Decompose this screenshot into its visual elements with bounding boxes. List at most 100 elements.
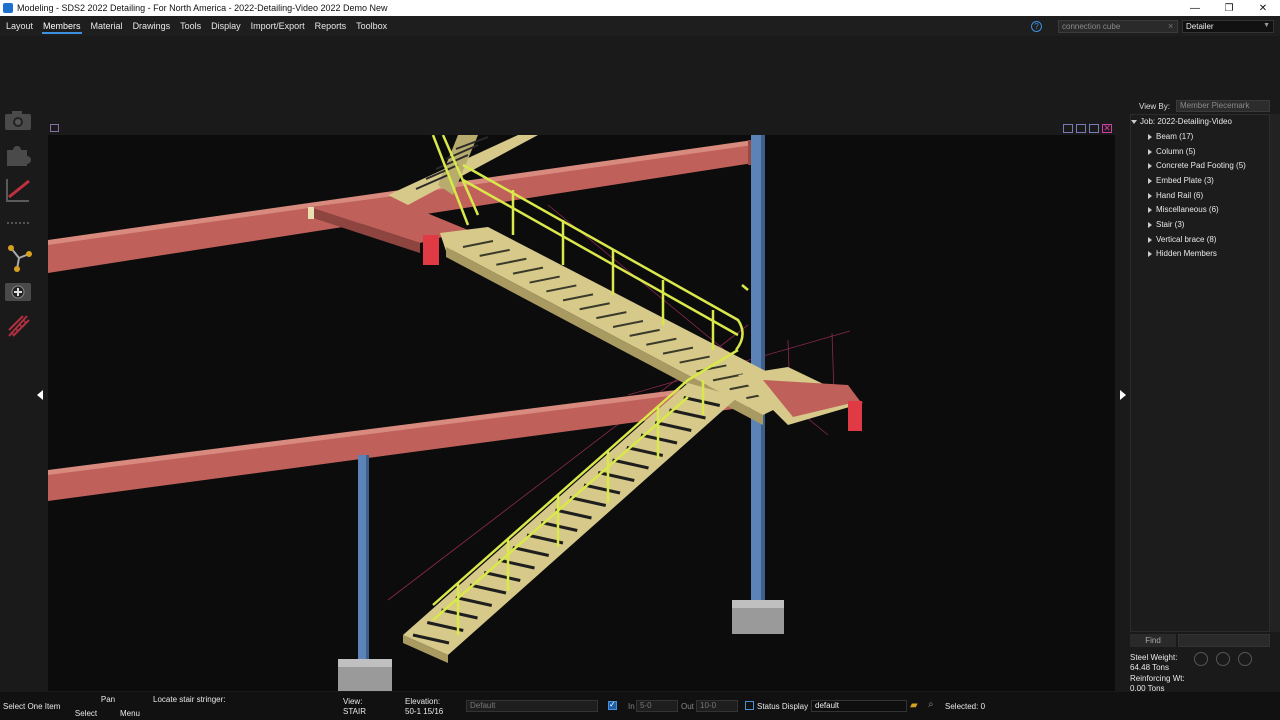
tree-item-label: Vertical brace (8) xyxy=(1156,235,1217,244)
expand-right-icon[interactable] xyxy=(1148,236,1152,243)
tree-item-label: Miscellaneous (6) xyxy=(1156,205,1219,214)
in-field[interactable]: 5-0 xyxy=(636,700,678,712)
tree-item-label: Concrete Pad Footing (5) xyxy=(1156,161,1246,170)
tree-item-embed-plate[interactable]: Embed Plate (3) xyxy=(1148,176,1214,185)
expand-down-icon[interactable] xyxy=(1131,119,1137,124)
tree-item-vertical-brace[interactable]: Vertical brace (8) xyxy=(1148,235,1216,244)
expand-right-icon[interactable] xyxy=(1148,192,1152,199)
menu-tools[interactable]: Tools xyxy=(176,16,205,36)
restore-button[interactable]: ❐ xyxy=(1212,0,1246,16)
viewport-frame-icon[interactable] xyxy=(50,124,59,132)
model-scene xyxy=(48,135,863,691)
add-camera-icon[interactable] xyxy=(0,274,36,308)
menu-display[interactable]: Display xyxy=(207,16,245,36)
dotted-line-icon[interactable] xyxy=(0,206,36,240)
tree-item-hidden-members[interactable]: Hidden Members xyxy=(1148,249,1217,258)
reinforcing-weight-label: Reinforcing Wt: xyxy=(1130,674,1185,683)
tree-item-column[interactable]: Column (5) xyxy=(1148,147,1196,156)
single-view-icon[interactable] xyxy=(1089,124,1099,133)
tree-item-beam[interactable]: Beam (17) xyxy=(1148,132,1193,141)
view-by-select[interactable]: Member Piecemark xyxy=(1176,100,1270,112)
weight-export-icon[interactable] xyxy=(1238,652,1252,666)
status-bar: Select One Item Pan Select Menu Locate s… xyxy=(0,692,1280,720)
weight-settings-icon[interactable] xyxy=(1216,652,1230,666)
tree-item-concrete-pad-footing[interactable]: Concrete Pad Footing (5) xyxy=(1148,161,1246,170)
tree-item-label: Stair (3) xyxy=(1156,220,1185,229)
steel-weight-value: 64.48 Tons xyxy=(1130,663,1169,672)
tree-item-stair[interactable]: Stair (3) xyxy=(1148,220,1184,229)
menu-import-export[interactable]: Import/Export xyxy=(247,16,309,36)
menu-drawings[interactable]: Drawings xyxy=(129,16,175,36)
clear-search-icon[interactable]: × xyxy=(1168,21,1173,31)
out-label: Out xyxy=(681,702,694,711)
out-field[interactable]: 10-0 xyxy=(696,700,738,712)
expand-right-icon[interactable] xyxy=(1148,206,1152,213)
expand-right-icon[interactable] xyxy=(1148,148,1152,155)
help-icon[interactable]: ? xyxy=(1031,21,1042,32)
tree-root-label: Job: 2022-Detailing-Video xyxy=(1140,117,1232,126)
menu-material[interactable]: Material xyxy=(87,16,127,36)
menu-toolbox[interactable]: Toolbox xyxy=(352,16,391,36)
tree-item-label: Hidden Members xyxy=(1156,249,1217,258)
prompt-text: Locate stair stringer: xyxy=(153,695,226,704)
minimize-button[interactable]: — xyxy=(1178,0,1212,16)
close-view-icon[interactable]: ✕ xyxy=(1102,124,1112,133)
search-icon[interactable]: ⌕ xyxy=(928,699,934,710)
collapse-left-arrow-icon[interactable] xyxy=(37,390,43,400)
mode-text: Select One Item xyxy=(3,702,61,711)
menu-reports[interactable]: Reports xyxy=(311,16,351,36)
weight-filter-icon[interactable] xyxy=(1194,652,1208,666)
view-by-label: View By: xyxy=(1139,102,1170,111)
tree-item-label: Column (5) xyxy=(1156,147,1196,156)
find-button[interactable]: Find xyxy=(1130,634,1176,647)
split-vertical-icon[interactable] xyxy=(1063,124,1073,133)
depth-checkbox[interactable] xyxy=(608,700,617,710)
tree-root-job[interactable]: Job: 2022-Detailing-Video xyxy=(1131,117,1232,126)
expand-right-icon[interactable] xyxy=(1148,250,1152,257)
menu-layout[interactable]: Layout xyxy=(2,16,37,36)
split-horizontal-icon[interactable] xyxy=(1076,124,1086,133)
tree-item-miscellaneous[interactable]: Miscellaneous (6) xyxy=(1148,205,1219,214)
status-display-label: Status Display xyxy=(757,702,809,711)
tree-item-label: Hand Rail (6) xyxy=(1156,191,1204,200)
role-select[interactable]: Detailer ▼ xyxy=(1182,20,1274,33)
model-viewport[interactable] xyxy=(48,135,1115,691)
folder-icon[interactable]: ▰ xyxy=(910,700,918,711)
close-button[interactable]: ✕ xyxy=(1246,0,1280,16)
viewport-controls: ✕ xyxy=(1063,124,1112,133)
menu-members[interactable]: Members xyxy=(39,16,85,36)
camera-icon[interactable] xyxy=(0,104,36,138)
default-select[interactable]: Default xyxy=(466,700,598,712)
left-toolbar xyxy=(0,104,36,342)
steel-weight-label: Steel Weight: xyxy=(1130,653,1178,662)
tree-item-label: Beam (17) xyxy=(1156,132,1194,141)
pencil-draw-icon[interactable] xyxy=(0,172,36,206)
footings xyxy=(338,600,784,691)
select-button[interactable]: Select xyxy=(68,709,104,718)
menu-button[interactable]: Menu xyxy=(112,709,148,718)
pan-button[interactable]: Pan xyxy=(95,695,121,704)
window-title: Modeling - SDS2 2022 Detailing - For Nor… xyxy=(17,3,388,13)
stair-rail-icon[interactable] xyxy=(0,308,36,342)
expand-right-icon[interactable] xyxy=(1148,133,1152,140)
expand-right-icon[interactable] xyxy=(1148,221,1152,228)
window-controls: — ❐ ✕ xyxy=(1178,0,1280,16)
search-input[interactable] xyxy=(1058,20,1178,33)
expand-right-icon[interactable] xyxy=(1148,177,1152,184)
puzzle-icon[interactable] xyxy=(0,138,36,172)
node-graph-icon[interactable] xyxy=(0,240,36,274)
expand-right-icon[interactable] xyxy=(1148,162,1152,169)
tree-scrollbar[interactable] xyxy=(1270,114,1280,632)
collapse-right-arrow-icon[interactable] xyxy=(1120,390,1126,400)
view-value: STAIR xyxy=(343,707,366,716)
tree-item-hand-rail[interactable]: Hand Rail (6) xyxy=(1148,191,1203,200)
app-icon xyxy=(3,3,13,13)
elevation-value: 50-1 15/16 xyxy=(405,707,444,716)
status-display-select[interactable]: default xyxy=(811,700,907,712)
chevron-down-icon: ▼ xyxy=(1263,22,1270,29)
view-label: View: xyxy=(343,697,363,706)
find-input[interactable] xyxy=(1178,634,1270,647)
elevation-label: Elevation: xyxy=(405,697,441,706)
title-bar: Modeling - SDS2 2022 Detailing - For Nor… xyxy=(0,0,1280,16)
status-display-checkbox[interactable] xyxy=(745,701,754,710)
